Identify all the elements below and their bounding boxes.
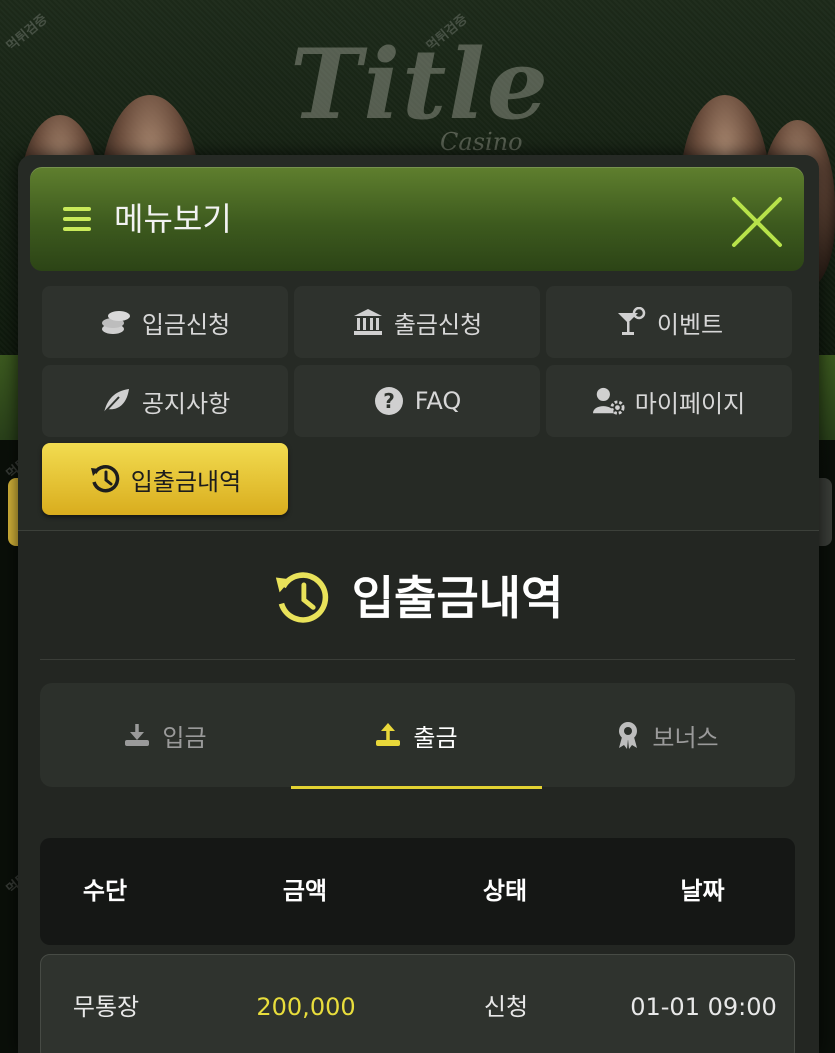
menu-title: 메뉴보기 — [114, 200, 232, 238]
menu-modal: 메뉴보기 입금신청 출금신청 이벤트 공지사항 ? FAQ 마이페이지 입출금내… — [18, 155, 819, 1053]
menu-item-label: FAQ — [414, 387, 462, 415]
menu-item-label: 출금신청 — [393, 310, 483, 339]
coins-icon — [100, 306, 132, 338]
tab-withdraw[interactable]: 출금 — [291, 683, 542, 789]
menu-item-event[interactable]: 이벤트 — [546, 286, 792, 358]
column-header-status: 상태 — [482, 877, 528, 905]
award-icon — [616, 721, 640, 749]
cell-date: 01-01 09:00 — [630, 993, 777, 1021]
menu-item-label: 이벤트 — [656, 310, 724, 339]
menu-item-faq[interactable]: ? FAQ — [294, 365, 540, 437]
column-header-date: 날짜 — [680, 877, 725, 905]
download-icon — [124, 722, 150, 748]
column-header-amount: 금액 — [282, 877, 328, 905]
tab-label: 입금 — [162, 723, 207, 752]
menu-item-label: 입출금내역 — [130, 467, 242, 496]
menu-item-deposit-request[interactable]: 입금신청 — [42, 286, 288, 358]
cocktail-icon — [615, 306, 647, 338]
site-logo-sub: Casino — [440, 128, 523, 156]
menu-item-notice[interactable]: 공지사항 — [42, 365, 288, 437]
history-icon — [89, 463, 121, 495]
upload-icon — [375, 722, 401, 748]
history-tabs: 입금 출금 보너스 — [40, 683, 795, 789]
menu-item-withdraw-request[interactable]: 출금신청 — [294, 286, 540, 358]
user-gear-icon — [592, 385, 625, 417]
leaf-icon — [100, 385, 132, 417]
tab-deposit[interactable]: 입금 — [40, 683, 291, 787]
menu-item-label: 입금신청 — [141, 310, 231, 339]
tab-label: 보너스 — [652, 723, 719, 752]
table-header: 수단 금액 상태 날짜 — [40, 838, 795, 945]
bank-icon — [352, 306, 384, 338]
page-title: 입출금내역 — [18, 563, 819, 633]
close-icon — [732, 197, 782, 247]
cell-status: 신청 — [483, 993, 529, 1021]
menu-item-label: 공지사항 — [141, 389, 231, 418]
svg-text:?: ? — [383, 389, 395, 413]
menu-item-mypage[interactable]: 마이페이지 — [546, 365, 792, 437]
modal-header: 메뉴보기 — [30, 167, 804, 271]
hamburger-icon — [63, 207, 91, 231]
tab-label: 출금 — [413, 723, 458, 752]
tab-bonus[interactable]: 보너스 — [542, 683, 793, 787]
page-title-text: 입출금내역 — [351, 571, 564, 625]
menu-item-label: 마이페이지 — [634, 389, 746, 418]
transaction-history-section: 입출금내역 입금 출금 보너스 수단 금액 상태 날짜 무통장 200,000 … — [18, 530, 819, 1053]
divider — [40, 659, 795, 660]
question-icon: ? — [373, 385, 405, 417]
table-row[interactable]: 무통장 200,000 신청 01-01 09:00 — [40, 954, 795, 1053]
close-button[interactable] — [730, 195, 784, 249]
menu-item-transaction-history[interactable]: 입출금내역 — [42, 443, 288, 515]
history-icon — [275, 572, 328, 623]
column-header-method: 수단 — [82, 877, 128, 905]
cell-amount: 200,000 — [256, 993, 356, 1021]
cell-method: 무통장 — [72, 993, 140, 1021]
